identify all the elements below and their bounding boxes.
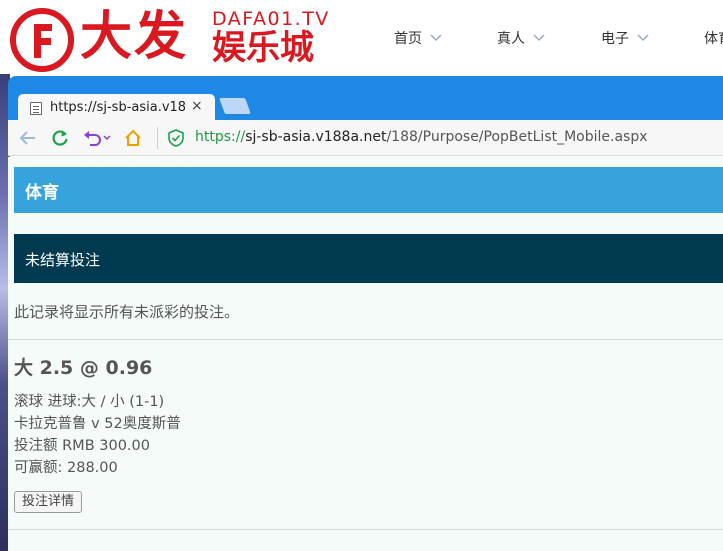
undo-icon <box>84 131 111 146</box>
section-title: 未结算投注 <box>25 251 101 269</box>
sport-header-bar: 体育 <box>14 167 723 213</box>
notice-text: 此记录将显示所有未派彩的投注。 <box>14 303 240 321</box>
tab-title: https://sj-sb-asia.v188 <box>50 100 185 115</box>
home-icon <box>125 129 141 146</box>
bet-card: 大 2.5 @ 0.96 滚球 进球:大 / 小 (1-1) 卡拉克普鲁 v 5… <box>14 353 714 513</box>
nav-item-label: 体育 <box>704 31 723 47</box>
toolbar-divider <box>157 127 158 149</box>
close-tab-icon[interactable]: × <box>191 98 203 114</box>
bet-details-button[interactable]: 投注详情 <box>14 491 83 513</box>
divider <box>8 339 723 340</box>
nav-item-live[interactable]: 真人 <box>497 28 545 48</box>
tab-bar: https://sj-sb-asia.v188 × <box>8 76 723 122</box>
nav-item-label: 首页 <box>394 31 422 47</box>
bet-market: 滚球 进球:大 / 小 (1-1) <box>14 394 165 410</box>
reload-button[interactable] <box>50 128 70 148</box>
bet-to-win: 可赢额: 288.00 <box>14 460 118 476</box>
address-toolbar: https://sj-sb-asia.v188a.net/188/Purpose… <box>8 120 723 156</box>
undo-menu-button[interactable] <box>82 128 114 148</box>
secure-site-badge[interactable] <box>166 128 186 148</box>
chevron-down-icon <box>533 34 545 42</box>
nav-item-sports[interactable]: 体育 <box>704 28 723 48</box>
page-icon <box>30 102 42 115</box>
url-path: /188/Purpose/PopBetList_Mobile.aspx <box>386 129 648 145</box>
browser-tab-active[interactable]: https://sj-sb-asia.v188 × <box>18 94 215 122</box>
bet-match: 卡拉克普鲁 v 52奥度斯普 <box>14 416 181 432</box>
nav-item-label: 电子 <box>601 31 629 47</box>
shield-check-icon <box>168 129 184 147</box>
home-button[interactable] <box>123 128 143 148</box>
page-content: 体育 未结算投注 此记录将显示所有未派彩的投注。 大 2.5 @ 0.96 滚球… <box>8 157 723 551</box>
back-button[interactable] <box>18 128 38 148</box>
site-header: 大发 DAFA01.TV 娱乐城 首页 真人 电子 体育 <box>0 0 723 74</box>
nav-item-electronic[interactable]: 电子 <box>601 28 649 48</box>
chevron-down-icon <box>637 34 649 42</box>
address-bar[interactable]: https://sj-sb-asia.v188a.net/188/Purpose… <box>195 129 648 145</box>
section-header-bar: 未结算投注 <box>14 234 723 283</box>
url-protocol: https:// <box>195 129 246 145</box>
new-tab-button[interactable] <box>219 98 251 114</box>
browser-window: https://sj-sb-asia.v188 × https://sj-sb-… <box>0 74 723 551</box>
back-arrow-icon <box>19 131 35 145</box>
nav-item-label: 真人 <box>497 31 525 47</box>
chevron-down-icon <box>430 34 442 42</box>
bet-stake: 投注额 RMB 300.00 <box>14 438 150 454</box>
divider <box>8 529 723 530</box>
url-host: sj-sb-asia.v188a.net <box>245 129 387 145</box>
nav-item-home[interactable]: 首页 <box>394 28 442 48</box>
bet-selection: 大 2.5 @ 0.96 <box>14 357 153 379</box>
page-title: 体育 <box>25 183 59 203</box>
reload-icon <box>52 130 68 146</box>
logo-domain-text: DAFA01.TV <box>212 8 330 30</box>
top-nav: 首页 真人 电子 体育 <box>0 28 723 50</box>
